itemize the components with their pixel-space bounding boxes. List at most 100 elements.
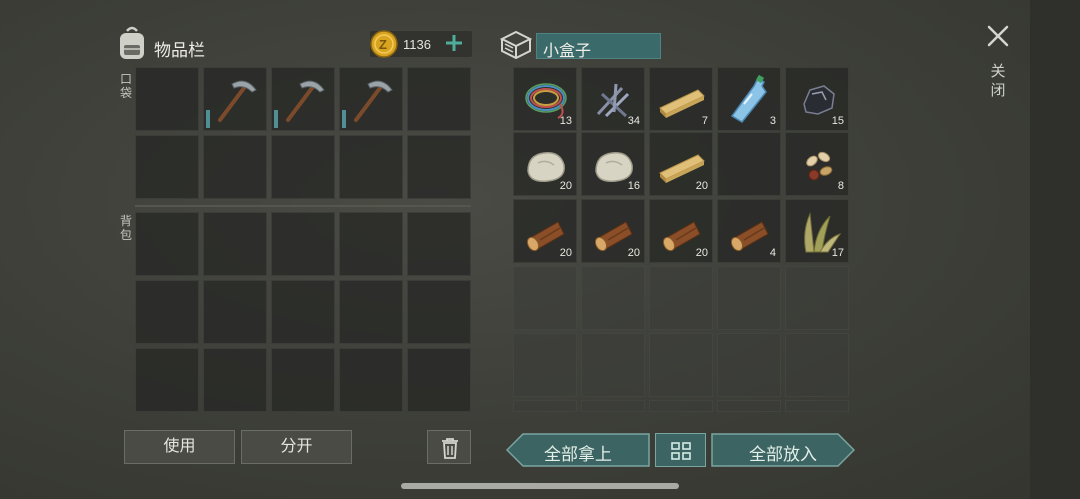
pocket-slot[interactable] bbox=[135, 135, 199, 199]
backpack-slot[interactable] bbox=[407, 212, 471, 276]
pickaxe-icon bbox=[286, 80, 325, 122]
backpack-slot[interactable] bbox=[339, 280, 403, 344]
item-quantity: 20 bbox=[559, 247, 572, 259]
backpack-icon bbox=[120, 26, 144, 59]
item-quantity: 20 bbox=[559, 180, 572, 192]
container-slot[interactable]: 20 bbox=[581, 199, 645, 263]
container-slot[interactable] bbox=[649, 333, 713, 397]
item-quantity: 20 bbox=[627, 247, 640, 259]
pickaxe-icon bbox=[354, 80, 393, 122]
log-icon bbox=[730, 221, 769, 252]
container-slot[interactable]: 20 bbox=[513, 132, 577, 196]
trash-button[interactable] bbox=[427, 430, 471, 464]
inventory-title: 物品栏 bbox=[154, 41, 205, 60]
pocket-slot[interactable] bbox=[339, 135, 403, 199]
item-quantity: 8 bbox=[837, 180, 844, 192]
backpack-slot[interactable] bbox=[203, 348, 267, 412]
trash-icon bbox=[442, 438, 458, 459]
seeds-icon bbox=[806, 151, 833, 181]
backpack-slot[interactable] bbox=[271, 348, 335, 412]
split-button[interactable]: 分开 bbox=[241, 430, 352, 464]
backpack-slot[interactable] bbox=[203, 212, 267, 276]
container-slot[interactable] bbox=[581, 333, 645, 397]
close-icon bbox=[987, 25, 1009, 47]
item-quantity: 13 bbox=[559, 115, 572, 127]
container-slot[interactable]: 20 bbox=[649, 199, 713, 263]
container-slot[interactable]: 7 bbox=[649, 67, 713, 131]
container-slot[interactable]: 17 bbox=[785, 199, 849, 263]
coin-amount: 1136 bbox=[403, 37, 431, 52]
pocket-slot[interactable] bbox=[203, 67, 267, 131]
backpack-slot[interactable] bbox=[271, 280, 335, 344]
add-coins-button[interactable] bbox=[444, 33, 464, 53]
container-slot[interactable]: 8 bbox=[785, 132, 849, 196]
container-slot[interactable] bbox=[717, 132, 781, 196]
item-quantity: 4 bbox=[769, 247, 776, 259]
container-slot[interactable] bbox=[513, 266, 577, 330]
container-slot[interactable]: 16 bbox=[581, 132, 645, 196]
pocket-slot[interactable] bbox=[203, 135, 267, 199]
container-slot[interactable] bbox=[581, 400, 645, 412]
pocket-slot[interactable] bbox=[407, 67, 471, 131]
container-slot[interactable]: 20 bbox=[513, 199, 577, 263]
backpack-slot[interactable] bbox=[407, 348, 471, 412]
container-slot[interactable] bbox=[785, 400, 849, 412]
container-name: 小盒子 bbox=[536, 33, 661, 60]
container-slot[interactable] bbox=[717, 333, 781, 397]
backpack-slot[interactable] bbox=[135, 348, 199, 412]
pocket-slot[interactable] bbox=[271, 135, 335, 199]
water-bottle-icon bbox=[730, 74, 767, 123]
put-all-button[interactable]: 全部放入 bbox=[711, 433, 855, 467]
container-slot[interactable] bbox=[649, 400, 713, 412]
container-slot[interactable]: 4 bbox=[717, 199, 781, 263]
item-quantity: 3 bbox=[769, 115, 776, 127]
sort-button[interactable] bbox=[655, 433, 706, 467]
pocket-slot[interactable] bbox=[339, 67, 403, 131]
backpack-slot[interactable] bbox=[203, 280, 267, 344]
plank-icon bbox=[659, 89, 705, 118]
item-quantity: 17 bbox=[831, 247, 844, 259]
pocket-slot[interactable] bbox=[271, 67, 335, 131]
item-quantity: 15 bbox=[831, 115, 844, 127]
backpack-slot[interactable] bbox=[339, 348, 403, 412]
item-quantity: 20 bbox=[695, 180, 708, 192]
backpack-slot[interactable] bbox=[271, 212, 335, 276]
pickaxe-icon bbox=[218, 80, 257, 122]
coin-icon: Z bbox=[370, 30, 398, 58]
container-slot[interactable]: 20 bbox=[649, 132, 713, 196]
backpack-slot[interactable] bbox=[135, 212, 199, 276]
backpack-label: 背包 bbox=[119, 214, 132, 242]
use-button[interactable]: 使用 bbox=[124, 430, 235, 464]
item-quantity: 20 bbox=[695, 247, 708, 259]
container-slot[interactable] bbox=[513, 400, 577, 412]
container-slot[interactable]: 34 bbox=[581, 67, 645, 131]
grid-icon bbox=[671, 442, 691, 460]
section-divider bbox=[135, 205, 471, 207]
item-quantity: 16 bbox=[627, 180, 640, 192]
box-icon bbox=[499, 30, 533, 60]
pocket-label: 口袋 bbox=[119, 72, 132, 100]
container-slot[interactable] bbox=[649, 266, 713, 330]
item-quantity: 7 bbox=[701, 115, 708, 127]
pocket-slot[interactable] bbox=[407, 135, 471, 199]
container-slot[interactable] bbox=[717, 266, 781, 330]
backpack-slot[interactable] bbox=[135, 280, 199, 344]
container-slot[interactable] bbox=[785, 333, 849, 397]
home-indicator[interactable] bbox=[401, 483, 679, 489]
backpack-slot[interactable] bbox=[339, 212, 403, 276]
container-slot[interactable]: 3 bbox=[717, 67, 781, 131]
pocket-slot[interactable] bbox=[135, 67, 199, 131]
container-slot[interactable]: 15 bbox=[785, 67, 849, 131]
svg-text:Z: Z bbox=[379, 37, 387, 52]
backpack-slot[interactable] bbox=[407, 280, 471, 344]
container-slot[interactable] bbox=[717, 400, 781, 412]
container-slot[interactable]: 13 bbox=[513, 67, 577, 131]
container-slot[interactable] bbox=[581, 266, 645, 330]
take-all-label: 全部拿上 bbox=[544, 445, 612, 464]
take-all-button[interactable]: 全部拿上 bbox=[506, 433, 650, 467]
right-side-panel bbox=[1030, 0, 1080, 499]
container-slot[interactable] bbox=[785, 266, 849, 330]
close-button[interactable] bbox=[982, 20, 1014, 52]
container-slot[interactable] bbox=[513, 333, 577, 397]
close-label: 关闭 bbox=[990, 63, 1006, 99]
